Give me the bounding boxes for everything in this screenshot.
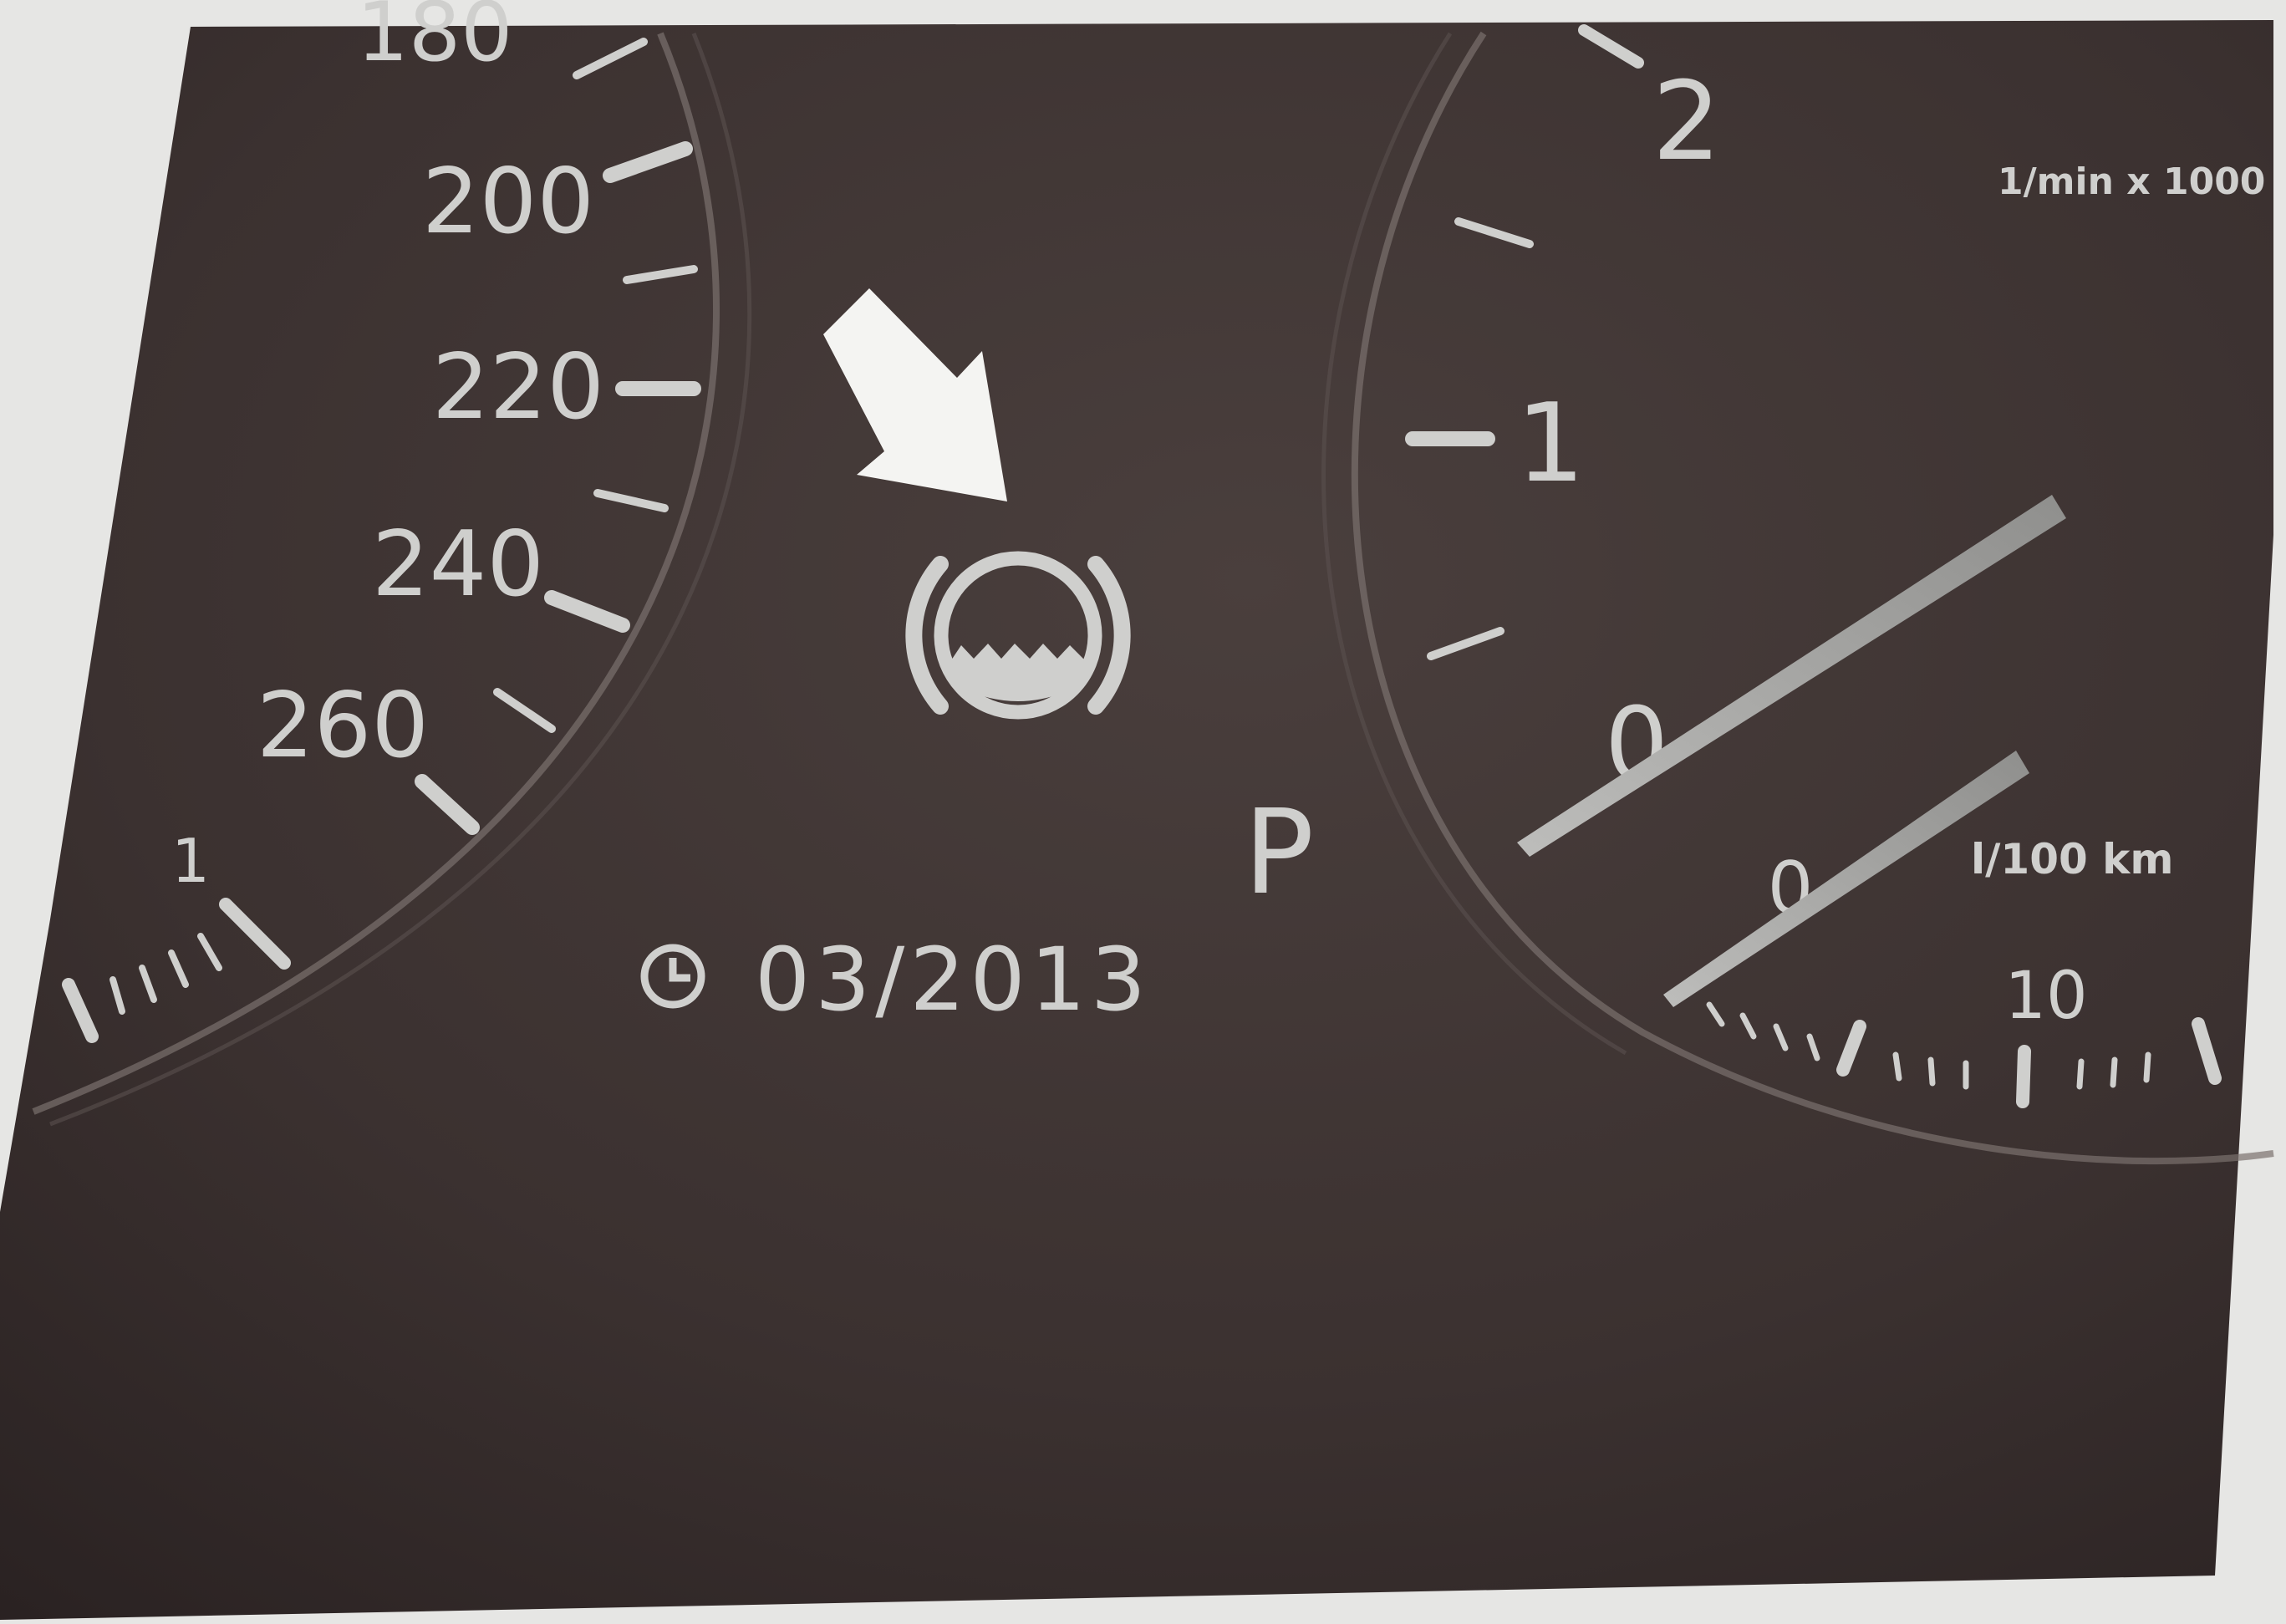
gear-indicator: P — [1244, 785, 1314, 921]
speed-label-260: 260 — [257, 674, 429, 778]
rpm-label-1: 1 — [1516, 379, 1586, 507]
speed-label-220: 220 — [432, 335, 604, 440]
speedometer-subscale-label: 1 — [171, 826, 210, 896]
speed-label-180: 180 — [356, 0, 512, 80]
rpm-label-2: 2 — [1652, 58, 1722, 185]
speed-label-200: 200 — [422, 150, 594, 254]
fuel-unit-label: l/100 km — [1971, 835, 2174, 883]
instrument-cluster-photo: 180 200 220 240 260 1 P 03/2013 2 1 0 1/… — [0, 0, 2286, 1620]
service-date: 03/2013 — [755, 929, 1151, 1031]
speed-label-240: 240 — [372, 512, 544, 617]
fuel-label-10: 10 — [2004, 959, 2087, 1034]
rpm-unit-label: 1/min x 1000 — [1998, 160, 2265, 203]
